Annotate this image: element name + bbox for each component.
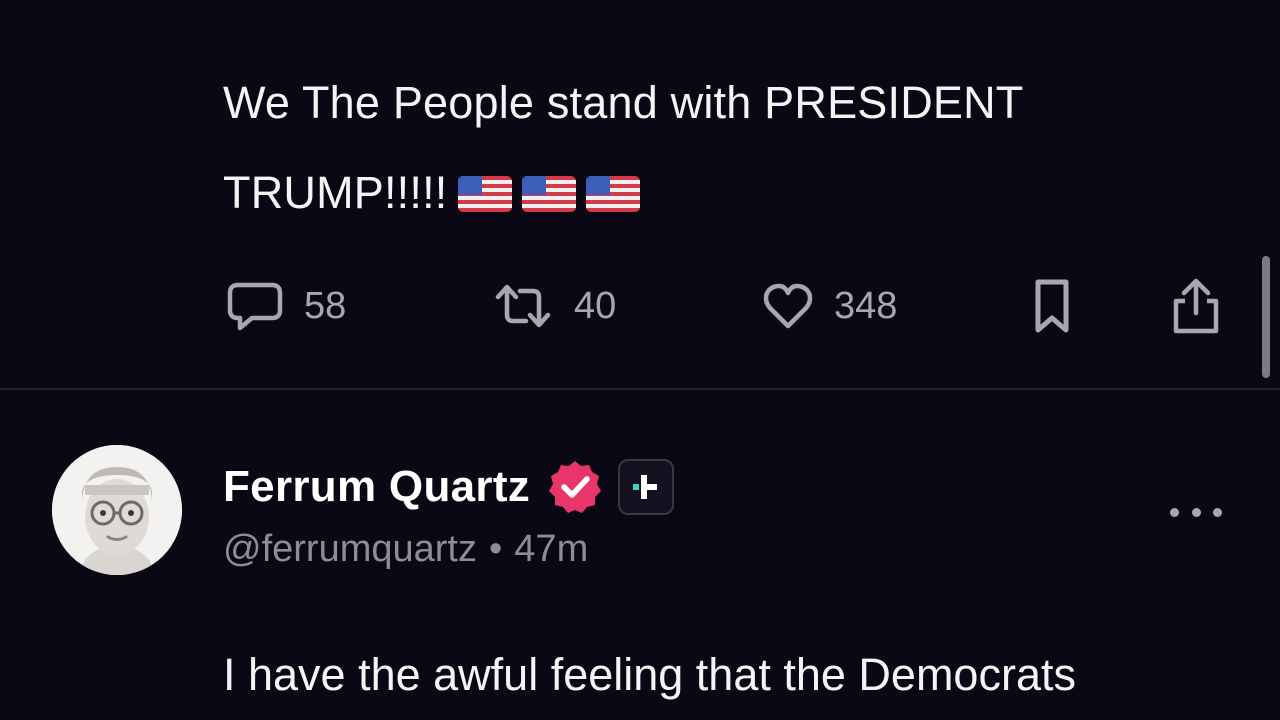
author-row: Ferrum Quartz [223,455,675,519]
us-flag-icon [585,176,640,212]
author-meta: @ferrumquartz • 47m [223,528,588,571]
post-divider [0,388,1280,390]
share-button[interactable] [1170,276,1222,336]
reply-button[interactable]: 58 [226,276,346,336]
like-button[interactable]: 348 [762,276,897,336]
bookmark-icon [1035,279,1069,333]
share-icon [1173,278,1219,334]
repost-icon [495,284,551,328]
post-timestamp[interactable]: 47m [514,528,588,570]
author-handle[interactable]: @ferrumquartz [223,528,477,570]
us-flag-icon [457,176,512,212]
more-options-button[interactable] [1170,500,1222,524]
repost-count: 40 [574,284,617,327]
heart-icon [763,283,813,329]
reply-count: 58 [304,284,347,327]
bookmark-button[interactable] [1032,276,1072,336]
more-options-icon [1213,507,1222,517]
post-body-text: I have the awful feeling that the Democr… [223,649,1076,700]
verified-badge-icon [549,461,602,513]
plus-badge-icon [618,459,675,515]
repost-button[interactable]: 40 [492,276,616,336]
post-action-bar: 58 40 348 [0,276,1280,336]
scrollbar[interactable] [1262,256,1270,378]
reply-icon [227,282,283,331]
author-name[interactable]: Ferrum Quartz [223,462,530,512]
more-options-icon [1170,507,1179,517]
avatar[interactable] [52,445,182,575]
memoji-avatar-icon [52,445,182,575]
us-flag-icon [521,176,576,212]
meta-separator: • [488,528,503,570]
like-count: 348 [834,284,898,327]
more-options-icon [1191,507,1201,517]
post-body-text: We The People stand with PRESIDENT TRUMP… [223,58,1183,238]
